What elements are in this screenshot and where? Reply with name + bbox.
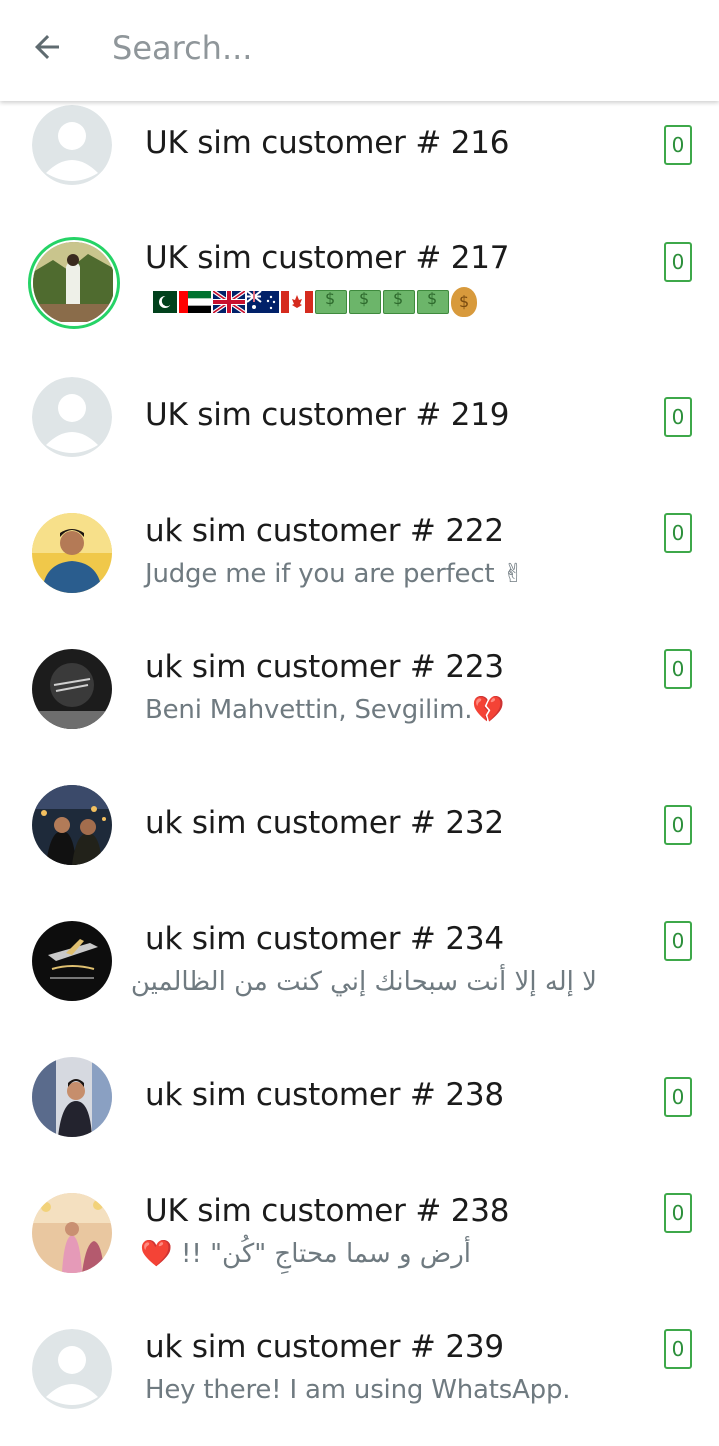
uae-flag-icon [179,291,211,313]
contact-about: أرض و سما محتاجِ "کُن" !! ❤️ [140,1239,471,1269]
default-avatar-icon [32,377,112,457]
count-badge: 0 [664,1077,692,1117]
money-wings-icon [315,289,347,314]
contact-photo-icon [32,921,112,1001]
contact-row[interactable]: uk sim customer # 222 Judge me if you ar… [0,486,719,622]
contact-name: uk sim customer # 232 [145,805,504,841]
search-toolbar [0,0,719,101]
contact-name: uk sim customer # 239 [145,1329,504,1365]
count-badge: 0 [664,1193,692,1233]
contact-row[interactable]: UK sim customer # 219 0 [0,350,719,486]
contact-row[interactable]: uk sim customer # 234 لا إله إلا أنت سبح… [0,894,719,1030]
count-badge: 0 [664,513,692,553]
count-badge: 0 [664,397,692,437]
contact-name: uk sim customer # 223 [145,649,504,685]
count-badge: 0 [664,1329,692,1369]
contact-name: uk sim customer # 238 [145,1077,504,1113]
contact-list: UK sim customer # 216 0 UK sim customer … [0,0,719,1446]
contact-about: لا إله إلا أنت سبحانك إني كنت من الظالمي… [130,967,597,997]
contact-row[interactable]: uk sim customer # 223 Beni Mahvettin, Se… [0,622,719,758]
contact-photo-icon [32,649,112,729]
count-badge: 0 [664,649,692,689]
contact-photo-icon [32,513,112,593]
count-badge: 0 [664,125,692,165]
count-badge: 0 [664,242,692,282]
contact-photo-icon [32,1057,112,1137]
contact-row[interactable]: UK sim customer # 238 أرض و سما محتاجِ "… [0,1166,719,1302]
pakistan-flag-icon [145,291,177,313]
back-arrow-icon[interactable] [22,22,72,72]
australia-flag-icon [246,290,279,313]
contact-row[interactable]: uk sim customer # 238 0 [0,1030,719,1166]
status-ring-avatar [28,237,120,329]
money-wings-icon [417,289,449,314]
contact-name: UK sim customer # 216 [145,125,510,161]
dollar-bill-icon [349,289,381,314]
about-emoji-strip [145,287,477,317]
contact-name: UK sim customer # 217 [145,240,510,276]
contact-photo-icon [32,785,112,865]
contact-search-screen: UK sim customer # 216 0 UK sim customer … [0,0,719,1446]
contact-about: Beni Mahvettin, Sevgilim.💔 [145,695,505,725]
count-badge: 0 [664,921,692,961]
contact-about: Judge me if you are perfect ✌ [145,559,525,589]
default-avatar-icon [32,105,112,185]
contact-row[interactable]: uk sim customer # 232 0 [0,758,719,894]
contact-photo-icon [33,242,115,324]
contact-name: UK sim customer # 219 [145,397,510,433]
contact-photo-icon [32,1193,112,1273]
count-badge: 0 [664,805,692,845]
money-wings-icon [383,289,415,314]
search-input[interactable] [112,22,672,74]
contact-about: Hey there! I am using WhatsApp. [145,1375,571,1405]
contact-name: uk sim customer # 222 [145,513,504,549]
contact-row[interactable]: uk sim customer # 239 Hey there! I am us… [0,1302,719,1438]
contact-row[interactable]: UK sim customer # 217 $ $ $ $ $ 0 [0,207,719,343]
uk-flag-icon [211,289,247,315]
money-bag-icon [451,287,477,317]
canada-flag-icon [281,291,313,313]
default-avatar-icon [32,1329,112,1409]
contact-name: uk sim customer # 234 [145,921,504,957]
contact-name: UK sim customer # 238 [145,1193,510,1229]
